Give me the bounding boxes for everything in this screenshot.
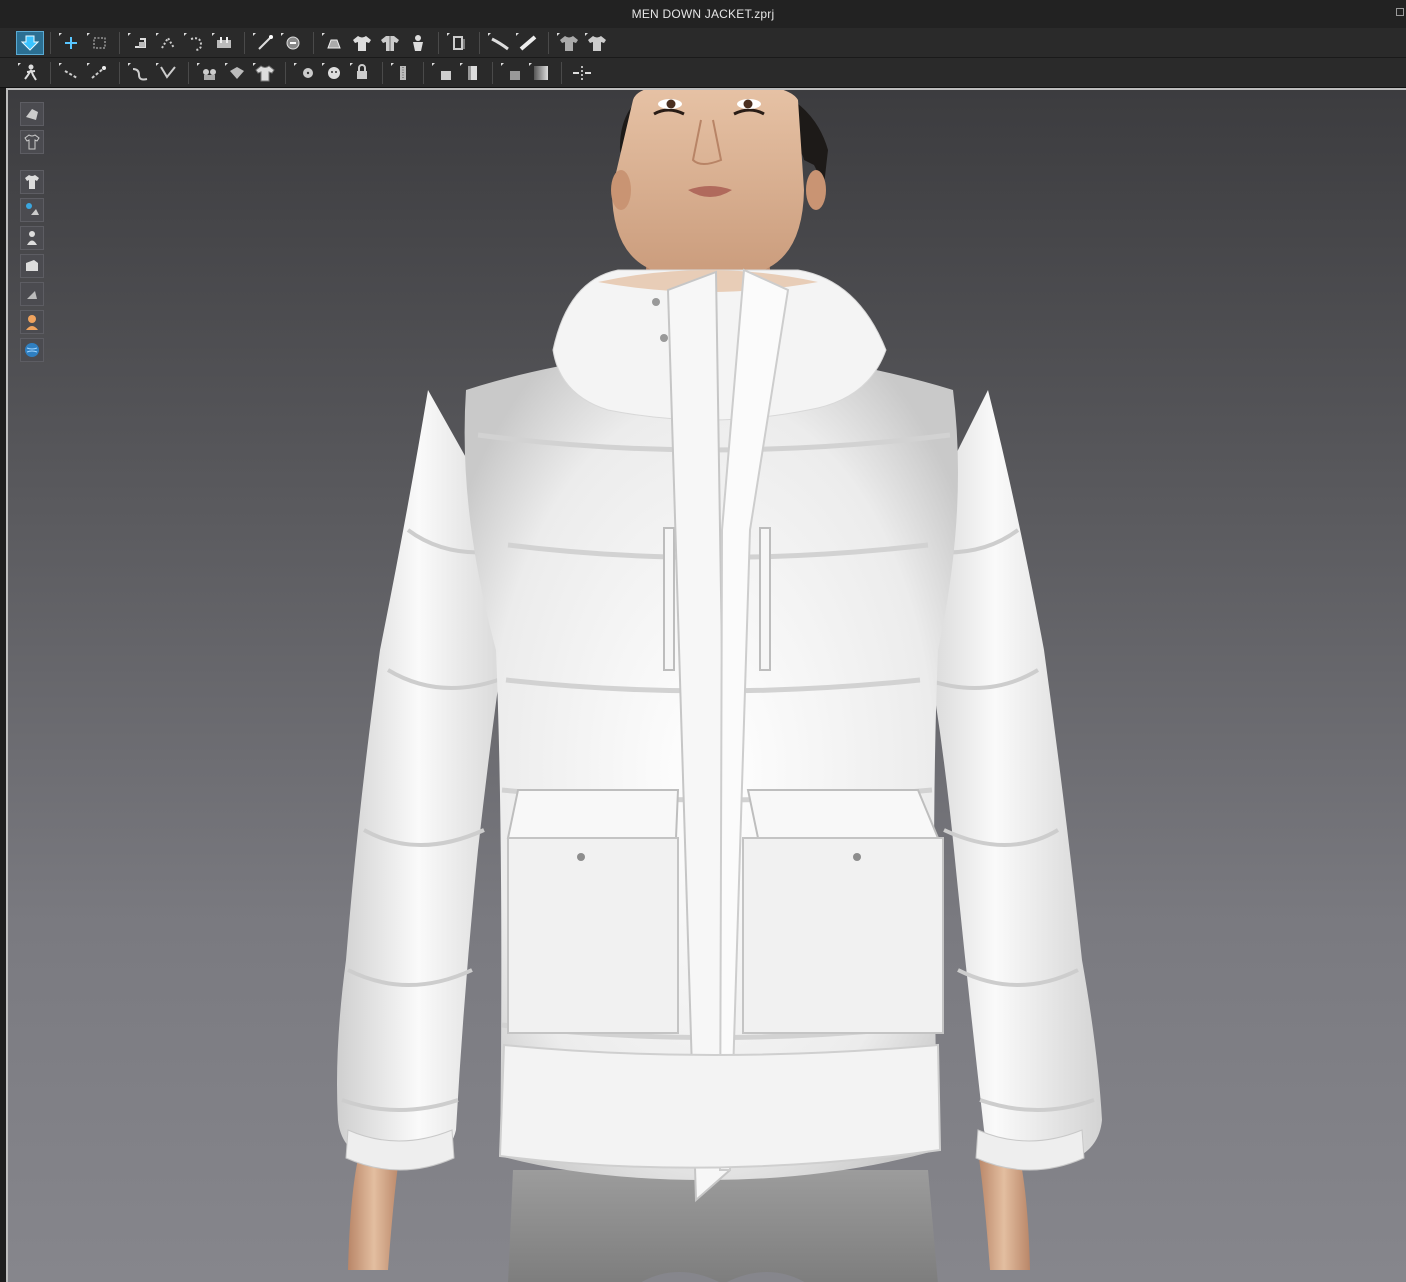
fit-map-icon[interactable] bbox=[555, 31, 583, 55]
fold-arrangement-icon[interactable] bbox=[126, 31, 154, 55]
edit-curve-icon[interactable] bbox=[85, 61, 113, 85]
main-toolbar bbox=[0, 28, 1406, 58]
garment-back-icon[interactable] bbox=[376, 31, 404, 55]
shirt-texture-icon[interactable] bbox=[251, 61, 279, 85]
zipper-icon[interactable] bbox=[389, 61, 417, 85]
rotate-fold-icon[interactable] bbox=[182, 31, 210, 55]
segment-sewing-icon[interactable] bbox=[154, 61, 182, 85]
avatar-with-jacket-render bbox=[337, 90, 1102, 1282]
avatar-pose-icon[interactable] bbox=[16, 61, 44, 85]
show-garment-icon[interactable] bbox=[20, 170, 44, 194]
shirt-snapshot-icon[interactable] bbox=[583, 31, 611, 55]
show-avatar-icon[interactable] bbox=[20, 226, 44, 250]
tack-icon[interactable] bbox=[210, 31, 238, 55]
select-move-icon[interactable] bbox=[57, 31, 85, 55]
sewing-line-icon[interactable] bbox=[126, 61, 154, 85]
environment-globe-icon[interactable] bbox=[20, 338, 44, 362]
avatar-skin-icon[interactable] bbox=[20, 310, 44, 334]
texture-edit-icon[interactable] bbox=[445, 31, 473, 55]
fabric-roll-icon[interactable] bbox=[458, 61, 486, 85]
window-title: MEN DOWN JACKET.zprj bbox=[631, 7, 775, 21]
avatar-icon[interactable] bbox=[404, 31, 432, 55]
topstitch-icon[interactable] bbox=[430, 61, 458, 85]
3d-garment-viewport[interactable] bbox=[6, 88, 1406, 1282]
gradient-icon[interactable] bbox=[527, 61, 555, 85]
arrangement-point-icon[interactable] bbox=[195, 61, 223, 85]
garment-front-icon[interactable] bbox=[348, 31, 376, 55]
piping-icon[interactable] bbox=[568, 61, 596, 85]
simulation-icon[interactable] bbox=[16, 30, 44, 55]
select-mesh-box-icon[interactable] bbox=[85, 31, 113, 55]
window-titlebar: MEN DOWN JACKET.zprj bbox=[0, 0, 1406, 29]
button-hole-icon[interactable] bbox=[320, 61, 348, 85]
secondary-toolbar bbox=[0, 58, 1406, 88]
shirt-wireframe-icon[interactable] bbox=[20, 130, 44, 154]
fold-icon[interactable] bbox=[154, 31, 182, 55]
ruler-icon[interactable] bbox=[514, 31, 542, 55]
pin-icon[interactable] bbox=[279, 31, 307, 55]
buttonhole-lock-icon[interactable] bbox=[348, 61, 376, 85]
tape-measure-icon[interactable] bbox=[486, 31, 514, 55]
3d-pattern-icon[interactable] bbox=[20, 102, 44, 126]
graphic-icon[interactable] bbox=[223, 61, 251, 85]
show-avatar-arrangement-icon[interactable] bbox=[20, 198, 44, 222]
shading-icon[interactable] bbox=[20, 282, 44, 306]
select-line-icon[interactable] bbox=[57, 61, 85, 85]
pen-line-icon[interactable] bbox=[251, 31, 279, 55]
brush-icon[interactable] bbox=[320, 31, 348, 55]
button-icon[interactable] bbox=[292, 61, 320, 85]
texture-view-icon[interactable] bbox=[20, 254, 44, 278]
puckering-icon[interactable] bbox=[499, 61, 527, 85]
viewport-side-toolbar bbox=[20, 102, 44, 362]
maximize-icon[interactable] bbox=[1396, 8, 1404, 16]
